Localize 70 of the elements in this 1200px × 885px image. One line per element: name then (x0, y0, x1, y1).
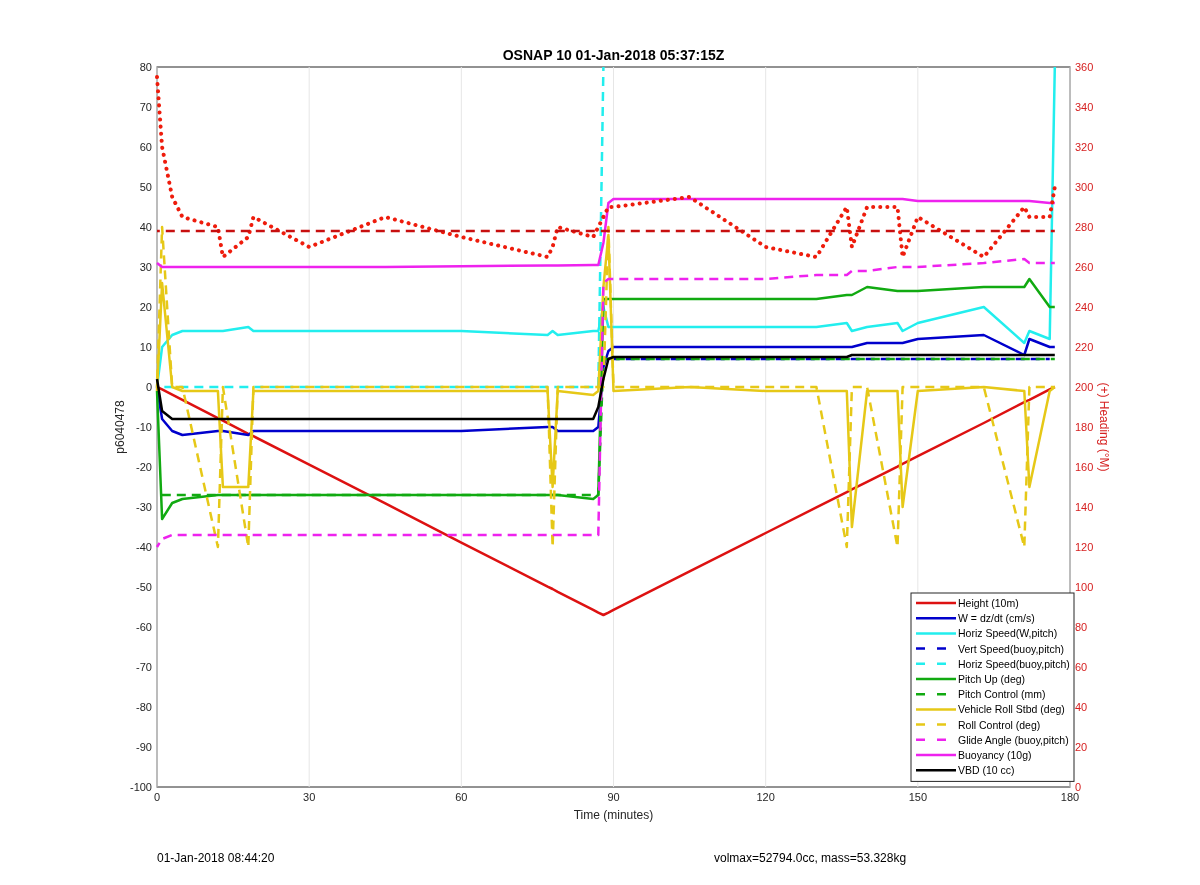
tick-label: 240 (1075, 301, 1094, 313)
tick-label: -30 (136, 501, 152, 513)
tick-label: -90 (136, 741, 152, 753)
tick-label: 260 (1075, 261, 1094, 273)
tick-label: -100 (129, 781, 152, 793)
tick-label: 0 (1075, 781, 1082, 793)
legend-swatch (916, 601, 956, 605)
legend-label: Vert Speed(buoy,pitch) (958, 642, 1065, 655)
tick-label: 30 (139, 261, 152, 273)
tick-label: 40 (139, 221, 152, 233)
tick-label: 10 (139, 341, 152, 353)
tick-label: -80 (136, 701, 152, 713)
tick-label: 20 (1075, 741, 1088, 753)
tick-label: 0 (145, 381, 152, 393)
legend-label: Glide Angle (buoy,pitch) (958, 733, 1069, 746)
tick-label: 50 (139, 181, 152, 193)
axis-label: Time (minutes) (573, 808, 654, 822)
tick-label: -70 (136, 661, 152, 673)
tick-label: 360 (1075, 61, 1094, 73)
tick-label: 90 (607, 791, 620, 803)
legend-swatch (916, 632, 956, 635)
legend-swatch (916, 616, 956, 620)
tick-label: -20 (136, 461, 152, 473)
tick-label: 180 (1075, 421, 1094, 433)
tick-label: 70 (139, 101, 152, 113)
legend-label: Horiz Speed(buoy,pitch) (958, 657, 1070, 670)
tick-label: 120 (756, 791, 775, 803)
legend-label: Pitch Control (mm) (958, 688, 1046, 701)
tick-label: 220 (1075, 341, 1094, 353)
tick-label: 340 (1075, 101, 1094, 113)
legend-label: W = dz/dt (cm/s) (958, 612, 1035, 625)
tick-label: -60 (136, 621, 152, 633)
legend-swatch (916, 708, 956, 711)
timestamp-text: 01-Jan-2018 08:44:20 (157, 851, 275, 865)
axis-label: (+) Heading (°M) (1097, 382, 1111, 472)
tick-label: 80 (1075, 621, 1088, 633)
legend-swatch (916, 677, 956, 681)
legend-label: Vehicle Roll Stbd (deg) (958, 703, 1065, 716)
tick-label: 100 (1075, 581, 1094, 593)
legend-label: Roll Control (deg) (958, 718, 1041, 731)
tick-label: 0 (153, 791, 161, 803)
tick-label: 200 (1075, 381, 1094, 393)
legend-label: Height (10m) (958, 597, 1019, 609)
tick-label: 140 (1075, 501, 1094, 513)
legend-label: VBD (10 cc) (958, 764, 1015, 777)
axis-label: p6040478 (113, 400, 127, 454)
tick-label: 60 (139, 141, 152, 153)
tick-label: 60 (1075, 661, 1088, 673)
tick-label: 30 (303, 791, 316, 803)
legend-label: Pitch Up (deg) (958, 673, 1026, 685)
tick-label: 80 (139, 61, 152, 73)
tick-label: 160 (1075, 461, 1094, 473)
tick-label: 300 (1075, 181, 1094, 193)
tick-label: 150 (908, 791, 927, 803)
tick-label: 40 (1075, 701, 1088, 713)
chart-title: OSNAP 10 01-Jan-2018 05:37:15Z (502, 47, 725, 63)
tick-label: -40 (136, 541, 152, 553)
legend-swatch (916, 753, 956, 757)
tick-label: 120 (1075, 541, 1094, 553)
tick-label: 180 (1060, 791, 1080, 803)
legend-label: Horiz Speed(W,pitch) (958, 627, 1058, 640)
tick-label: 320 (1075, 141, 1094, 153)
tick-label: -50 (136, 581, 152, 593)
tick-label: 20 (139, 301, 152, 313)
mass-text: volmax=52794.0cc, mass=53.328kg (714, 851, 907, 865)
tick-label: 280 (1075, 221, 1094, 233)
legend-swatch (916, 768, 956, 772)
tick-label: -10 (136, 421, 152, 433)
legend-label: Buoyancy (10g) (958, 749, 1032, 761)
tick-label: 60 (455, 791, 468, 803)
